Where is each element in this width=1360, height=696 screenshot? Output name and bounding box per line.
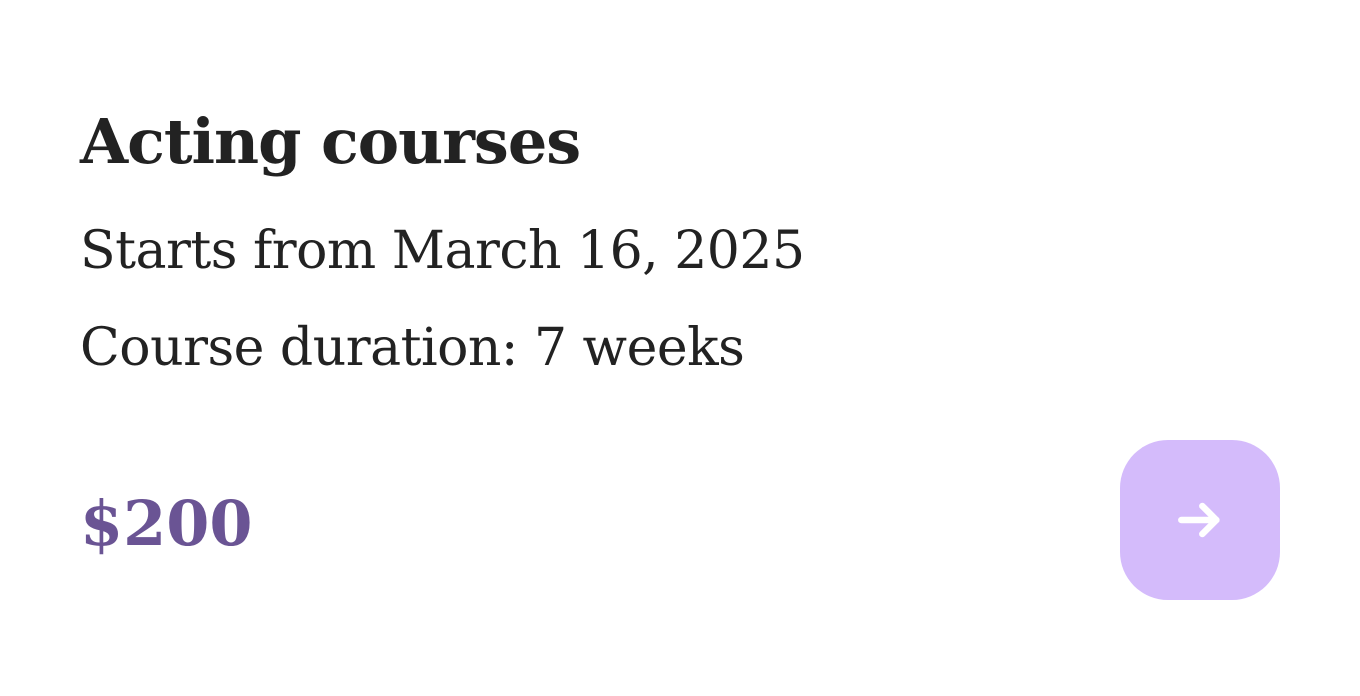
course-start-date: Starts from March 16, 2025 (80, 221, 805, 281)
course-title: Acting courses (80, 105, 581, 178)
course-card: Acting courses Starts from March 16, 202… (0, 0, 1360, 696)
course-price: $200 (80, 487, 253, 560)
open-course-button[interactable] (1120, 440, 1280, 600)
arrow-right-icon (1172, 492, 1228, 548)
course-duration: Course duration: 7 weeks (80, 318, 745, 378)
